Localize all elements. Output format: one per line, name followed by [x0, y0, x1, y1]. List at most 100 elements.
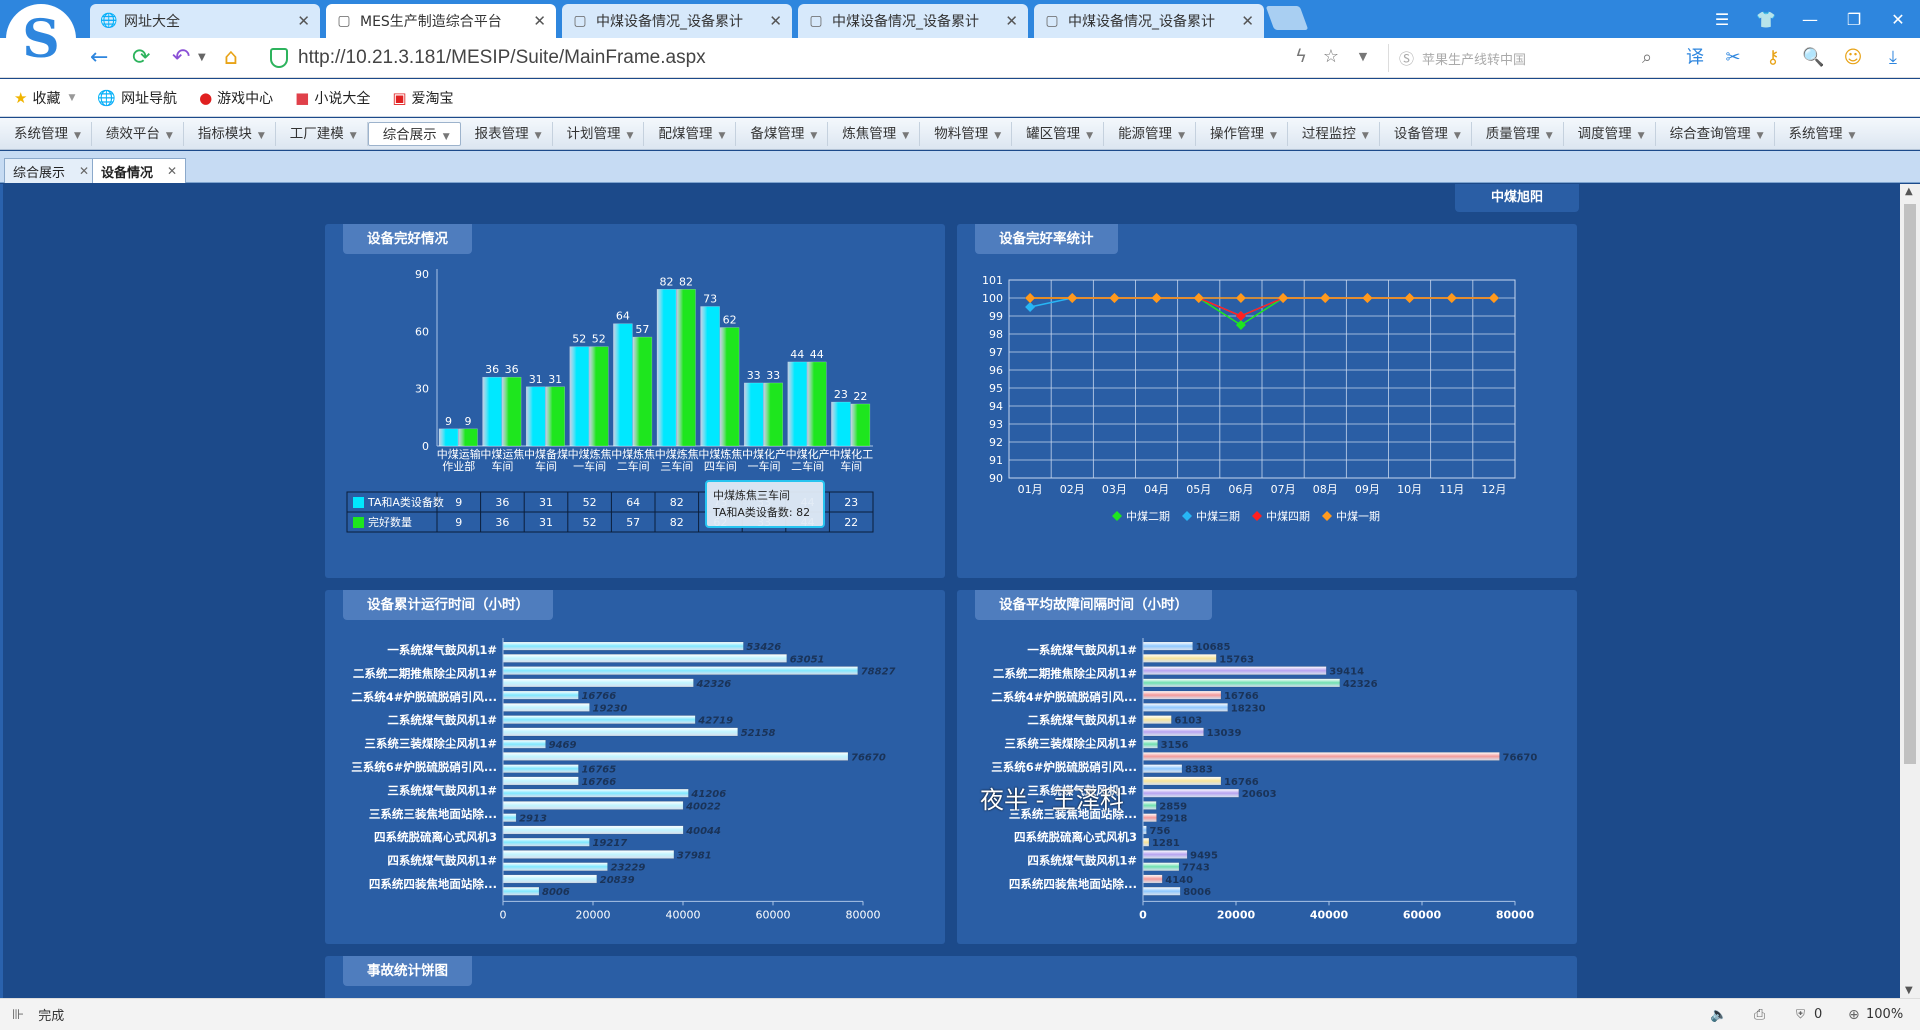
page-tabs-bar: 综合展示 ✕ 设备情况 ✕ — [0, 151, 1920, 183]
refresh-icon[interactable]: ⟳ — [132, 46, 150, 70]
back-icon[interactable]: ← — [90, 46, 108, 70]
scroll-down-icon[interactable]: ▼ — [1905, 985, 1913, 996]
y-category-label: 三系统煤气鼓风机1# — [387, 783, 497, 797]
bar-data-label: 3156 — [1161, 740, 1189, 751]
menu-system-admin[interactable]: 系统管理 ▼ — [1775, 122, 1866, 146]
menu-operations[interactable]: 操作管理 ▼ — [1196, 121, 1288, 146]
emoji-icon[interactable]: ☺ — [1842, 47, 1864, 69]
speaker-icon[interactable]: 🔈 — [1710, 1007, 1727, 1023]
bookmark-taobao[interactable]: ▣ 爱淘宝 — [392, 88, 453, 108]
url-text[interactable]: http://10.21.3.181/MESIP/Suite/MainFrame… — [298, 47, 706, 69]
menu-quality[interactable]: 质量管理 ▼ — [1472, 121, 1564, 146]
zoom-icon[interactable]: ⊕ — [1848, 1007, 1860, 1023]
undo-dropdown-icon[interactable]: ▼ — [198, 46, 206, 70]
scrollbar-thumb[interactable] — [1904, 204, 1916, 764]
search-icon[interactable]: ⌕ — [1636, 47, 1658, 69]
close-icon[interactable]: ✕ — [769, 12, 782, 30]
chevron-down-icon: ▼ — [68, 92, 76, 103]
menu-performance[interactable]: 绩效平台 ▼ — [92, 121, 184, 146]
bar-data-label: 57 — [635, 323, 649, 336]
menu-query[interactable]: 综合查询管理 ▼ — [1656, 121, 1775, 146]
minimize-icon[interactable]: — — [1788, 10, 1832, 29]
adblock-icon[interactable]: ⛨ — [1796, 1007, 1805, 1022]
bar-data-label: 19230 — [593, 703, 628, 714]
bar — [502, 874, 597, 884]
legend-label: 中煤二期 — [1126, 510, 1170, 523]
print-icon[interactable]: ⎙ — [1754, 1007, 1765, 1023]
bar-data-label: 33 — [747, 369, 761, 382]
bar-data-label: 20839 — [600, 875, 635, 886]
skin-icon[interactable]: 👕 — [1744, 10, 1788, 29]
translate-icon[interactable]: 译 — [1684, 47, 1706, 69]
close-window-icon[interactable]: ✕ — [1876, 10, 1920, 29]
menu-process-monitor[interactable]: 过程监控 ▼ — [1288, 121, 1380, 146]
close-icon[interactable]: ✕ — [297, 12, 310, 30]
close-icon[interactable]: ✕ — [167, 164, 177, 178]
menu-icon[interactable]: ☰ — [1700, 10, 1744, 29]
close-icon[interactable]: ✕ — [1005, 12, 1018, 30]
vertical-scrollbar[interactable]: ▲ ▼ — [1900, 184, 1920, 998]
close-icon[interactable]: ✕ — [79, 164, 89, 178]
menu-tank-farm[interactable]: 罐区管理 ▼ — [1012, 121, 1105, 146]
menu-coal-prep[interactable]: 备煤管理 ▼ — [736, 121, 829, 146]
lightning-icon[interactable]: ϟ — [1290, 46, 1312, 68]
new-tab-button[interactable] — [1265, 6, 1309, 30]
menu-equipment[interactable]: 设备管理 ▼ — [1380, 121, 1472, 146]
scroll-up-icon[interactable]: ▲ — [1905, 186, 1913, 197]
menu-coal-blending[interactable]: 配煤管理 ▼ — [644, 121, 737, 146]
bookmark-novels[interactable]: ■ 小说大全 — [295, 88, 370, 108]
browser-tab-3[interactable]: ▢ 中煤设备情况_设备累计 ✕ — [562, 4, 792, 38]
close-icon[interactable]: ✕ — [533, 12, 546, 30]
menu-dashboard[interactable]: 综合展示 ▼ — [367, 121, 461, 146]
menu-energy[interactable]: 能源管理 ▼ — [1104, 121, 1196, 146]
restore-icon[interactable]: ❐ — [1832, 10, 1876, 29]
bar — [1142, 727, 1204, 737]
browser-tab-1[interactable]: 🌐 网址大全 ✕ — [90, 4, 320, 38]
bar — [502, 776, 579, 786]
bar-data-label: 33 — [766, 369, 780, 382]
search-box[interactable]: Ⓢ 苹果生产线转中国 — [1388, 44, 1658, 72]
menu-coking[interactable]: 炼焦管理 ▼ — [828, 121, 921, 146]
magnifier-icon[interactable]: 🔍 — [1802, 47, 1824, 69]
chevron-down-icon: ▼ — [349, 130, 357, 141]
bar — [807, 361, 827, 447]
bookmark-games[interactable]: ● 游戏中心 — [199, 88, 273, 108]
download-icon[interactable]: ⤓ — [1882, 47, 1904, 69]
menu-system[interactable]: 系统管理 ▼ — [0, 121, 92, 146]
home-icon[interactable]: ⌂ — [224, 46, 238, 70]
y-tick-label: 0 — [422, 440, 429, 453]
bookmark-favorites[interactable]: ★ 收藏 ▼ — [14, 88, 75, 108]
bar — [743, 382, 764, 447]
menu-indicators[interactable]: 指标模块 ▼ — [184, 121, 276, 146]
browser-tab-5[interactable]: ▢ 中煤设备情况_设备累计 ✕ — [1034, 4, 1264, 38]
close-icon[interactable]: ✕ — [1241, 12, 1254, 30]
favorite-star-icon[interactable]: ☆ — [1320, 46, 1342, 68]
menu-planning[interactable]: 计划管理 ▼ — [553, 121, 645, 146]
bar-data-label: 13039 — [1207, 728, 1242, 739]
bookmark-nav[interactable]: 🌐 网址导航 — [97, 88, 177, 108]
bar-data-label: 2913 — [519, 814, 547, 825]
y-category-label: 二系统煤气鼓风机1# — [387, 713, 497, 727]
key-icon[interactable]: ⚷ — [1762, 47, 1784, 69]
bar-data-label: 53426 — [746, 642, 781, 653]
x-category-label: 四车间 — [704, 459, 737, 473]
address-bar[interactable]: http://10.21.3.181/MESIP/Suite/MainFrame… — [270, 44, 1370, 72]
bar — [502, 813, 517, 823]
chart-tooltip: 中煤炼焦三车间 TA和A类设备数: 82 — [705, 480, 825, 528]
menu-reports[interactable]: 报表管理 ▼ — [461, 121, 553, 146]
page-tab-equipment[interactable]: 设备情况 ✕ — [92, 158, 187, 183]
chevron-down-icon[interactable]: ▼ — [1352, 46, 1374, 68]
page-tab-overview[interactable]: 综合展示 ✕ — [4, 158, 99, 183]
undo-icon[interactable]: ↶ — [172, 46, 190, 70]
menu-factory-model[interactable]: 工厂建模 ▼ — [276, 121, 368, 146]
menu-dispatch[interactable]: 调度管理 ▼ — [1564, 121, 1656, 146]
browser-tab-2[interactable]: ▢ MES生产制造综合平台 ✕ — [326, 4, 556, 38]
data-table-cell: 57 — [626, 516, 640, 529]
x-category-label: 中煤炼焦 — [611, 447, 655, 461]
menu-materials[interactable]: 物料管理 ▼ — [920, 121, 1013, 146]
browser-tab-4[interactable]: ▢ 中煤设备情况_设备累计 ✕ — [798, 4, 1028, 38]
screenshot-icon[interactable]: ✂ — [1722, 47, 1744, 69]
chevron-down-icon: ▼ — [1545, 130, 1553, 141]
x-tick-label: 60000 — [1403, 908, 1442, 921]
panel-toggle-icon[interactable]: ⊪ — [12, 1007, 24, 1023]
